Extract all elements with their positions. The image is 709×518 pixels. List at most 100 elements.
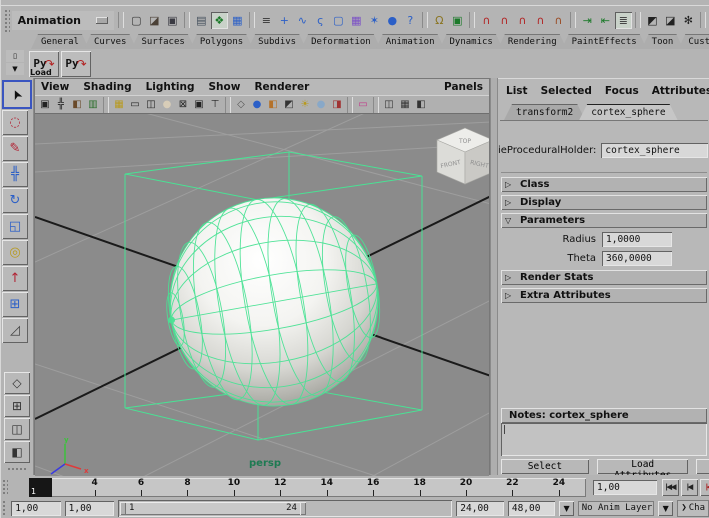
render-settings-icon[interactable]: ✻ (680, 12, 697, 29)
section-class[interactable]: ▷ Class (501, 177, 707, 192)
select-button[interactable]: Select (501, 459, 589, 474)
shelf-tab[interactable]: Curves (84, 34, 137, 49)
node-name-field[interactable]: cortex_sphere (601, 143, 708, 158)
frame-tick[interactable]: 22 (489, 478, 535, 497)
save-scene-icon[interactable]: ▣ (164, 12, 181, 29)
viewport-menu-panels[interactable]: Panels (444, 81, 483, 93)
section-render-stats[interactable]: ▷ Render Stats (501, 270, 707, 285)
layout-persp-outliner-button[interactable]: ◫ (4, 418, 30, 440)
bookmark-icon[interactable]: ◧ (69, 97, 85, 112)
shelf-tab[interactable]: Animation (376, 34, 445, 49)
playback-end-field[interactable]: 24,00 (456, 500, 504, 516)
status-line-drag-handle[interactable] (3, 8, 10, 32)
current-frame-marker[interactable]: 1 (29, 477, 52, 497)
frame-tick[interactable]: 24 (536, 478, 582, 497)
frame-tick[interactable]: 10 (211, 478, 257, 497)
viewport-canvas[interactable]: TOP FRONT RIGHT y z x persp (35, 114, 489, 476)
viewport-camera-icon[interactable]: ▣ (37, 97, 53, 112)
viewport-menu-item[interactable]: Lighting (146, 81, 195, 93)
shelf-tab-toggle-button[interactable]: ▯ (6, 50, 24, 62)
step-back-frame-button[interactable]: |◀ (681, 478, 698, 496)
attribute-editor-menu-item[interactable]: Attributes (652, 85, 709, 97)
graph-panel-icon[interactable]: ▦ (397, 97, 413, 112)
anim-layer-dropdown-icon[interactable]: ▼ (658, 500, 674, 516)
shelf-tab[interactable]: PaintEffects (562, 34, 647, 49)
shelf-tab[interactable]: Deformation (301, 34, 381, 49)
make-live-icon[interactable]: ∩ (550, 12, 567, 29)
film-gate-icon[interactable]: ▭ (127, 97, 143, 112)
wireframe-mode-icon[interactable]: ◇ (233, 97, 249, 112)
node-tab[interactable]: cortex_sphere (579, 104, 677, 120)
viewport-menu-item[interactable]: Show (209, 81, 241, 93)
frame-tick[interactable]: 14 (304, 478, 350, 497)
grid-toggle-icon[interactable]: ▦ (111, 97, 127, 112)
layout-single-pane-button[interactable]: ◇ (4, 372, 30, 394)
theta-field[interactable]: 360,0000 (602, 251, 672, 266)
soft-modification-tool[interactable]: ↑ (2, 266, 28, 291)
view-cube-gizmo[interactable]: TOP FRONT RIGHT (436, 127, 489, 185)
render-current-frame-icon[interactable]: ◩ (644, 12, 661, 29)
attribute-editor-menu-item[interactable]: Selected (541, 85, 592, 97)
frame-tick[interactable]: 20 (443, 478, 489, 497)
new-scene-icon[interactable]: ▢ (128, 12, 145, 29)
step-back-key-button[interactable]: |◀ (700, 478, 709, 496)
snap-curve-icon[interactable]: ∩ (496, 12, 513, 29)
safe-title-icon[interactable]: ⊤ (207, 97, 223, 112)
shelf-tab[interactable]: Custom (678, 34, 709, 49)
shelf-tab[interactable]: Dynamics (440, 34, 503, 49)
frame-tick[interactable]: 16 (350, 478, 396, 497)
mask-surfaces-icon[interactable]: ▢ (330, 12, 347, 29)
pane-splitter[interactable] (490, 78, 498, 475)
frame-tick[interactable]: 4 (71, 478, 117, 497)
shelf-menu-arrow-button[interactable]: ▼ (6, 63, 24, 75)
viewport-menu-item[interactable]: View (41, 81, 69, 93)
section-extra-attributes[interactable]: ▷ Extra Attributes (501, 288, 707, 303)
range-slider-handle[interactable]: 1 24 (119, 501, 306, 515)
shelf-button-python-load[interactable]: Py ↷ Load (29, 50, 59, 77)
frame-tick[interactable]: 12 (257, 478, 303, 497)
sphere-object[interactable] (150, 181, 395, 423)
mask-curves2-icon[interactable]: ς (312, 12, 329, 29)
outliner-panel-icon[interactable]: ◫ (381, 97, 397, 112)
mask-deformations-icon[interactable]: ▦ (348, 12, 365, 29)
menu-set-dropdown[interactable]: Animation (11, 10, 114, 30)
attribute-editor-menu-item[interactable]: Focus (605, 85, 639, 97)
selection-mask-combo-icon[interactable]: ≡ (258, 12, 275, 29)
resolution-gate-icon[interactable]: ◫ (143, 97, 159, 112)
notes-header[interactable]: Notes: cortex_sphere (501, 408, 707, 423)
shelf-tab[interactable]: Rendering (498, 34, 567, 49)
safe-action-icon[interactable]: ▣ (191, 97, 207, 112)
highlight-selection-icon[interactable]: ▣ (449, 12, 466, 29)
radius-field[interactable]: 1,0000 (602, 232, 672, 247)
input-connections-icon[interactable]: ⇥ (579, 12, 596, 29)
copy-tab-button-partial[interactable] (696, 459, 709, 474)
time-slider-drag-handle[interactable] (1, 478, 8, 496)
layout-four-pane-button[interactable]: ⊞ (4, 395, 30, 417)
section-parameters[interactable]: ▽ Parameters (501, 213, 707, 228)
select-tool[interactable]: ➤ (2, 80, 32, 109)
mask-dynamics-icon[interactable]: ✶ (366, 12, 383, 29)
select-object-icon[interactable]: ❖ (210, 11, 228, 29)
frame-tick[interactable]: 6 (118, 478, 164, 497)
load-attributes-button[interactable]: Load Attributes (596, 459, 689, 475)
field-chart-icon[interactable]: ⊠ (175, 97, 191, 112)
go-to-start-button[interactable]: |◀◀ (662, 478, 679, 496)
range-end-grip[interactable] (299, 501, 306, 515)
viewport-menu-item[interactable]: Shading (83, 81, 131, 93)
image-plane-icon[interactable]: ▥ (85, 97, 101, 112)
shelf-button-python[interactable]: Py ↷ (61, 50, 91, 77)
snap-view-plane-icon[interactable]: ∩ (532, 12, 549, 29)
frame-tick[interactable]: 8 (164, 478, 210, 497)
anim-layer-selector[interactable]: No Anim Layer (577, 500, 655, 516)
animation-start-field[interactable]: 1,00 (11, 500, 61, 516)
playback-start-field[interactable]: 1,00 (64, 500, 114, 516)
open-scene-icon[interactable]: ◪ (146, 12, 163, 29)
shadows-icon[interactable]: ● (313, 97, 329, 112)
mask-curves-icon[interactable]: ∿ (294, 12, 311, 29)
shelf-tab[interactable]: Subdivs (248, 34, 306, 49)
show-manipulator-tool[interactable]: ⊞ (2, 292, 28, 317)
mask-misc-icon[interactable]: ? (402, 12, 419, 29)
notes-textarea[interactable] (501, 423, 707, 456)
ipr-render-icon[interactable]: ◪ (662, 12, 679, 29)
hypergraph-panel-icon[interactable]: ◧ (413, 97, 429, 112)
